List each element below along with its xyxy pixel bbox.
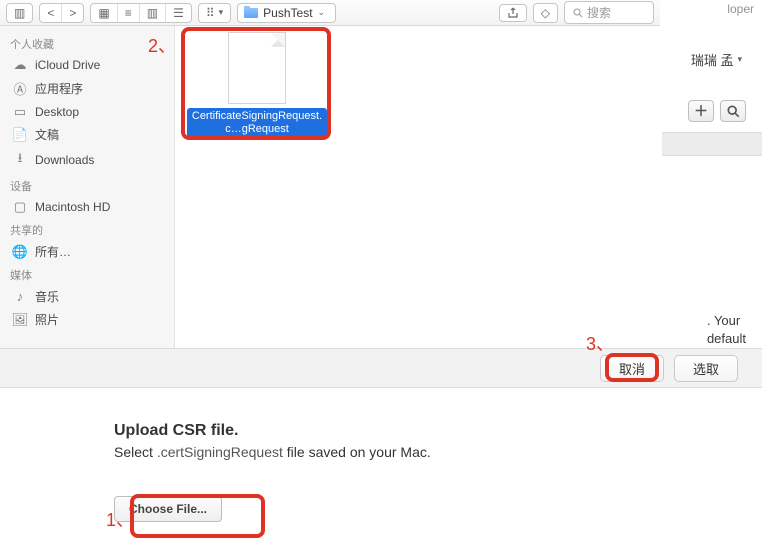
sidebar-item-documents[interactable]: 📄文稿 bbox=[0, 123, 174, 146]
csr-title: Upload CSR file. bbox=[114, 422, 722, 440]
file-item-csr[interactable]: CertificateSigningRequest.c…gRequest bbox=[187, 32, 327, 138]
file-name: CertificateSigningRequest.c…gRequest bbox=[187, 108, 327, 138]
cancel-button[interactable]: 取消 bbox=[600, 355, 664, 382]
background-strip bbox=[662, 132, 762, 156]
apps-icon: Ⓐ bbox=[12, 79, 28, 98]
chevron-down-icon: ▾ bbox=[737, 54, 742, 65]
view-columns-icon[interactable]: ▥ bbox=[139, 4, 165, 22]
plus-icon: ＋ bbox=[694, 101, 708, 121]
sidebar-item-downloads[interactable]: ⭳Downloads bbox=[0, 146, 174, 174]
sidebar-item-all-shared[interactable]: 🌐所有… bbox=[0, 240, 174, 263]
sidebar-item-desktop[interactable]: ▭Desktop bbox=[0, 101, 174, 123]
tag-icon: ◇ bbox=[541, 6, 550, 20]
sidebar-item-music[interactable]: ♪音乐 bbox=[0, 285, 174, 308]
view-list-icon[interactable]: ≡ bbox=[117, 4, 139, 22]
sidebar-header-devices: 设备 bbox=[0, 174, 174, 196]
downloads-icon: ⭳ bbox=[12, 149, 28, 171]
disk-icon: ▢ bbox=[12, 199, 28, 215]
sidebar-header-media: 媒体 bbox=[0, 263, 174, 285]
right-toolbar: ＋ bbox=[688, 100, 746, 122]
sidebar-toggle[interactable]: ▥ bbox=[6, 3, 33, 23]
search-icon bbox=[573, 8, 583, 18]
sidebar-item-photos[interactable]: 🖼照片 bbox=[0, 308, 174, 331]
choose-button[interactable]: 选取 bbox=[674, 355, 738, 382]
desktop-icon: ▭ bbox=[12, 104, 28, 120]
tags-button[interactable]: ◇ bbox=[533, 3, 558, 23]
search-button[interactable] bbox=[720, 100, 746, 122]
user-name: 瑞瑞 孟 bbox=[691, 50, 734, 69]
folder-name: PushTest bbox=[263, 6, 312, 20]
share-button[interactable] bbox=[499, 4, 527, 22]
view-coverflow-icon[interactable]: ☰ bbox=[165, 4, 191, 22]
search-field[interactable]: 搜索 bbox=[564, 1, 654, 24]
annotation-label-1: 1、 bbox=[106, 506, 134, 532]
dialog-footer: 取消 选取 bbox=[0, 348, 762, 388]
folder-icon bbox=[244, 8, 258, 18]
file-area[interactable]: CertificateSigningRequest.c…gRequest bbox=[175, 26, 660, 348]
search-icon bbox=[727, 105, 740, 118]
nav-back-forward[interactable]: <> bbox=[39, 3, 84, 23]
finder-sidebar: 个人收藏 ☁iCloud Drive Ⓐ应用程序 ▭Desktop 📄文稿 ⭳D… bbox=[0, 26, 175, 348]
csr-subtitle: Select .certSigningRequest file saved on… bbox=[114, 444, 722, 460]
share-icon bbox=[507, 7, 519, 19]
photos-icon: 🖼 bbox=[12, 312, 28, 328]
folder-path-button[interactable]: PushTest ⌄ bbox=[237, 3, 336, 23]
docs-icon: 📄 bbox=[12, 127, 28, 143]
view-mode-segment[interactable]: ▦ ≡ ▥ ☰ bbox=[90, 3, 191, 23]
arrange-icon: ⠿ bbox=[206, 6, 215, 20]
finder-toolbar: ▥ <> ▦ ≡ ▥ ☰ ⠿▾ PushTest ⌄ ◇ 搜索 bbox=[0, 0, 660, 26]
cloud-icon: ☁ bbox=[12, 57, 28, 73]
csr-section: Upload CSR file. Select .certSigningRequ… bbox=[114, 422, 722, 522]
add-button[interactable]: ＋ bbox=[688, 100, 714, 122]
document-icon bbox=[228, 32, 286, 104]
view-icon-grid-icon[interactable]: ▦ bbox=[91, 4, 116, 22]
music-icon: ♪ bbox=[12, 289, 28, 304]
arrange-menu[interactable]: ⠿▾ bbox=[198, 3, 231, 23]
annotation-label-3: 3、 bbox=[586, 330, 614, 356]
sidebar-header-shared: 共享的 bbox=[0, 218, 174, 240]
sidebar-item-applications[interactable]: Ⓐ应用程序 bbox=[0, 76, 174, 101]
chevron-updown-icon: ⌄ bbox=[318, 7, 326, 18]
annotation-label-2: 2、 bbox=[148, 32, 176, 58]
user-menu[interactable]: 瑞瑞 孟 ▾ bbox=[691, 50, 742, 69]
sidebar-item-disk[interactable]: ▢Macintosh HD bbox=[0, 196, 174, 218]
search-placeholder: 搜索 bbox=[587, 4, 611, 21]
background-tab-text: loper bbox=[727, 2, 754, 16]
globe-icon: 🌐 bbox=[12, 244, 28, 260]
